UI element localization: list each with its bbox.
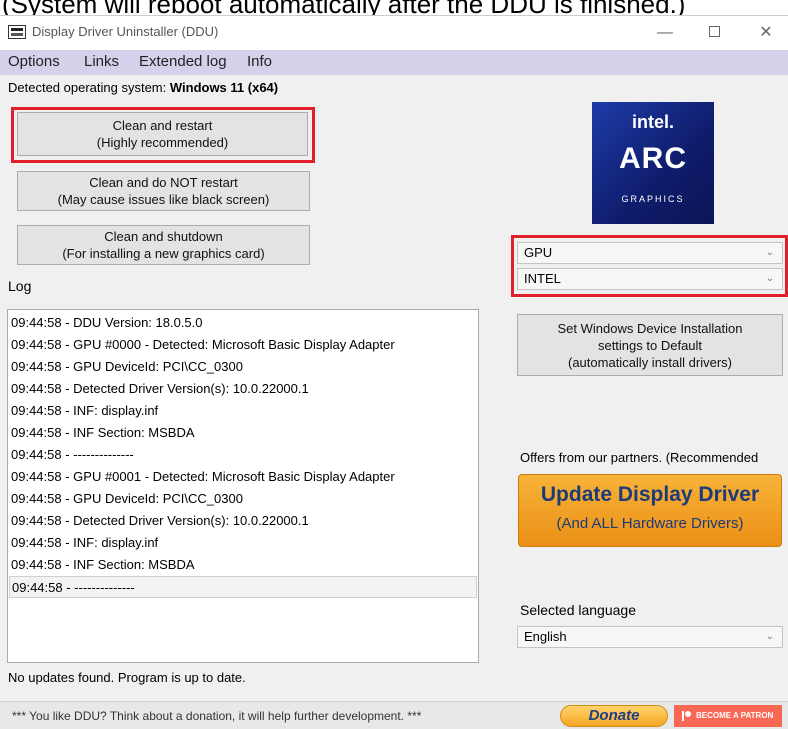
menu-extended-log[interactable]: Extended log — [139, 53, 227, 70]
device-settings-line1: Set Windows Device Installation — [557, 320, 743, 336]
log-line: 09:44:58 - INF: display.inf — [11, 535, 159, 550]
set-device-installation-default-button[interactable]: Set Windows Device Installation settings… — [517, 314, 783, 376]
title-bar: Display Driver Uninstaller (DDU) — ✕ — [0, 16, 788, 50]
logo-sub: GRAPHICS — [621, 194, 685, 204]
menu-bar: Options Links Extended log Info — [0, 50, 788, 75]
os-label: Detected operating system: — [8, 80, 170, 95]
intel-arc-logo: intel. ARC GRAPHICS — [592, 102, 714, 224]
log-line: 09:44:58 - Detected Driver Version(s): 1… — [11, 513, 309, 528]
log-listbox[interactable]: 09:44:58 - DDU Version: 18.0.5.0 09:44:5… — [7, 309, 479, 663]
clean-and-shutdown-button[interactable]: Clean and shutdown (For installing a new… — [17, 225, 310, 265]
update-button-subtitle: (And ALL Hardware Drivers) — [556, 515, 744, 532]
language-label: Selected language — [520, 602, 636, 618]
maximize-button[interactable] — [703, 22, 725, 44]
logo-brand: intel. — [631, 112, 674, 132]
log-line: 09:44:58 - DDU Version: 18.0.5.0 — [11, 315, 203, 330]
log-line: 09:44:58 - Detected Driver Version(s): 1… — [11, 381, 309, 396]
minimize-button[interactable]: — — [654, 22, 676, 44]
os-value: Windows 11 (x64) — [169, 80, 279, 95]
update-display-driver-button[interactable]: Update Display Driver (And ALL Hardware … — [518, 474, 782, 547]
update-button-title: Update Display Driver — [540, 483, 760, 506]
menu-links[interactable]: Links — [84, 53, 119, 70]
highlight-box-device-selection — [511, 235, 788, 297]
chevron-down-icon: ⌄ — [765, 631, 774, 642]
update-status: No updates found. Program is up to date. — [8, 670, 246, 685]
log-line: 09:44:58 - INF Section: MSBDA — [11, 557, 195, 572]
clean-no-restart-line2: (May cause issues like black screen) — [57, 192, 270, 207]
close-button[interactable]: ✕ — [755, 22, 777, 44]
clean-no-restart-button[interactable]: Clean and do NOT restart (May cause issu… — [17, 171, 310, 211]
ddu-app-icon — [8, 25, 26, 39]
maximize-icon — [708, 26, 720, 37]
device-settings-line2: settings to Default — [597, 337, 703, 353]
log-line: 09:44:58 - -------------- — [11, 447, 134, 462]
become-patron-button[interactable]: BECOME A PATRON — [674, 705, 782, 727]
logo-product: ARC — [619, 142, 687, 175]
patron-label: BECOME A PATRON — [696, 711, 774, 720]
language-select[interactable]: English ⌄ — [517, 626, 783, 648]
partners-title: Offers from our partners. (Recommended — [520, 450, 759, 465]
detected-os: Detected operating system: Windows 11 (x… — [8, 80, 278, 95]
log-line: 09:44:58 - GPU DeviceId: PCI\CC_0300 — [11, 491, 243, 506]
footer-bar: *** You like DDU? Think about a donation… — [0, 701, 788, 729]
log-line: 09:44:58 - GPU #0000 - Detected: Microso… — [11, 337, 395, 352]
language-value: English — [524, 629, 567, 644]
menu-info[interactable]: Info — [247, 53, 272, 70]
ddu-window: Display Driver Uninstaller (DDU) — ✕ Opt… — [0, 15, 788, 729]
patreon-icon — [682, 711, 691, 721]
clean-no-restart-line1: Clean and do NOT restart — [89, 175, 238, 190]
window-title: Display Driver Uninstaller (DDU) — [32, 24, 219, 39]
menu-options[interactable]: Options — [8, 53, 60, 70]
log-line: 09:44:58 - GPU DeviceId: PCI\CC_0300 — [11, 359, 243, 374]
log-line: 09:44:58 - INF Section: MSBDA — [11, 425, 195, 440]
donation-message: *** You like DDU? Think about a donation… — [12, 709, 422, 723]
log-label: Log — [8, 278, 32, 294]
log-line: 09:44:58 - INF: display.inf — [11, 403, 159, 418]
highlight-box-clean-restart — [11, 107, 315, 163]
clean-shutdown-line2: (For installing a new graphics card) — [62, 246, 265, 261]
log-line-selected: 09:44:58 - -------------- — [9, 576, 477, 598]
donate-button[interactable]: Donate — [560, 705, 668, 727]
clean-shutdown-line1: Clean and shutdown — [104, 229, 223, 244]
log-line: 09:44:58 - GPU #0001 - Detected: Microso… — [11, 469, 395, 484]
device-settings-line3: (automatically install drivers) — [568, 354, 732, 370]
